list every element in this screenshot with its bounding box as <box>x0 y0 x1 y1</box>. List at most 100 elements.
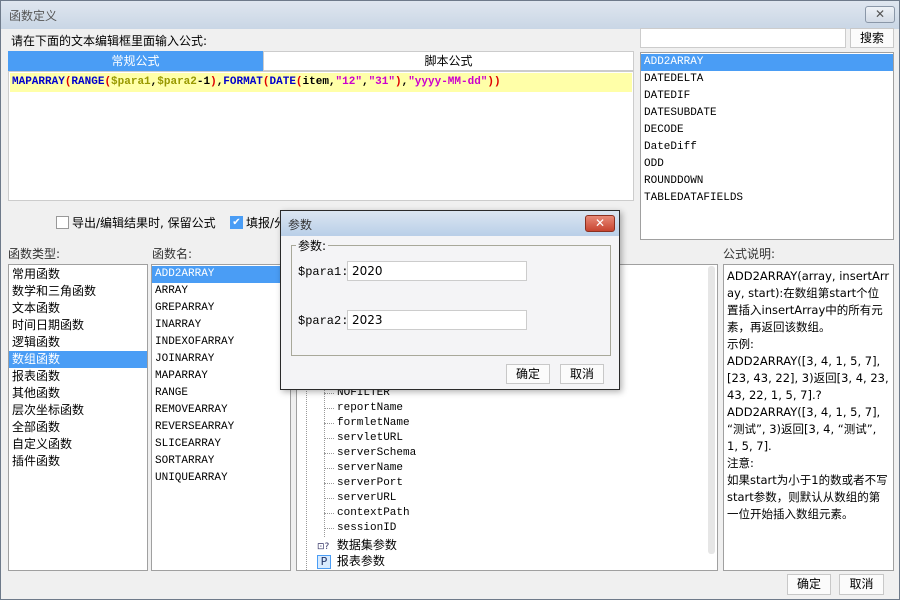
function-type-item[interactable]: 文本函数 <box>9 300 147 317</box>
formula-token: "yyyy-MM-dd" <box>408 76 488 88</box>
formula-token: "31" <box>368 76 395 88</box>
para1-label: $para1: <box>298 265 349 279</box>
cancel-button[interactable]: 取消 <box>839 574 884 595</box>
function-name-item[interactable]: JOINARRAY <box>152 351 290 368</box>
search-result-item[interactable]: TABLEDATAFIELDS <box>641 190 893 207</box>
function-types-label: 函数类型: <box>8 247 61 261</box>
search-result-item[interactable]: ROUNDDOWN <box>641 173 893 190</box>
search-result-item[interactable]: ODD <box>641 156 893 173</box>
function-name-item[interactable]: INDEXOFARRAY <box>152 334 290 351</box>
search-result-item[interactable]: DATESUBDATE <box>641 105 893 122</box>
function-type-item[interactable]: 插件函数 <box>9 453 147 470</box>
formula-token: FORMAT <box>223 76 263 88</box>
parameter-dialog: 参数 ✕ 参数: $para1: 2020 $para2: 2023 确定 取消 <box>280 210 620 390</box>
function-type-item[interactable]: 全部函数 <box>9 419 147 436</box>
formula-token: item, <box>302 76 336 88</box>
search-result-item[interactable]: DATEDIF <box>641 88 893 105</box>
function-names-label: 函数名: <box>152 247 193 261</box>
tab-normal-formula[interactable]: 常规公式 <box>8 51 263 71</box>
formula-token: )) <box>487 76 501 88</box>
dialog-title: 参数 <box>288 218 313 232</box>
function-name-item[interactable]: MAPARRAY <box>152 368 290 385</box>
function-name-item[interactable]: UNIQUEARRAY <box>152 470 290 487</box>
function-type-item[interactable]: 逻辑函数 <box>9 334 147 351</box>
tree-group-report-params[interactable]: P 报表参数 <box>317 553 385 569</box>
function-name-item[interactable]: SORTARRAY <box>152 453 290 470</box>
tree-item[interactable]: formletName <box>324 416 410 431</box>
ok-button[interactable]: 确定 <box>787 574 831 595</box>
formula-token: ) <box>394 76 402 88</box>
search-result-item[interactable]: ADD2ARRAY <box>641 54 893 71</box>
function-name-item[interactable]: REVERSEARRAY <box>152 419 290 436</box>
formula-token: $para1 <box>111 76 151 88</box>
formula-token: -1 <box>196 76 211 88</box>
para2-value: 2023 <box>352 313 383 327</box>
tree-scrollbar[interactable] <box>708 266 715 554</box>
function-type-list[interactable]: 常用函数 数学和三角函数 文本函数 时间日期函数 逻辑函数 数组函数 报表函数 其他函数 层次坐… <box>8 264 148 571</box>
function-type-item[interactable]: 层次坐标函数 <box>9 402 147 419</box>
formula-token: , <box>361 76 369 88</box>
tree-item[interactable]: serverSchema <box>323 446 416 461</box>
tree-item[interactable]: sessionID <box>323 521 396 536</box>
title-bar: 函数定义 ✕ <box>1 1 899 29</box>
tree-item[interactable]: servletURL <box>323 431 403 446</box>
function-name-item[interactable]: REMOVEARRAY <box>152 402 290 419</box>
formula-token: MAPARRAY <box>12 76 65 88</box>
tree-group-label: 报表参数 <box>336 554 385 568</box>
function-name-item[interactable]: ARRAY <box>152 283 290 300</box>
tree-item[interactable]: contextPath <box>324 506 410 521</box>
search-result-item[interactable]: DATEDELTA <box>641 71 893 88</box>
report-param-icon: P <box>317 555 331 569</box>
para2-input[interactable]: 2023 <box>347 310 527 330</box>
close-button[interactable]: ✕ <box>865 6 895 23</box>
function-name-item[interactable]: RANGE <box>152 385 290 402</box>
function-type-item[interactable]: 报表函数 <box>9 368 147 385</box>
formula-description: ADD2ARRAY(array, insertArray, start):在数组… <box>723 264 894 571</box>
dialog-ok-button[interactable]: 确定 <box>506 364 550 384</box>
dialog-title-bar: 参数 ✕ <box>281 211 619 236</box>
function-type-item[interactable]: 常用函数 <box>9 266 147 283</box>
para1-value: 2020 <box>352 264 383 278</box>
formula-token: ) <box>210 76 217 88</box>
para2-label: $para2: <box>298 314 349 328</box>
tree-item[interactable]: serverURL <box>323 491 396 506</box>
tab-script-formula[interactable]: 脚本公式 <box>263 51 634 71</box>
function-name-item[interactable]: ADD2ARRAY <box>152 266 290 283</box>
function-type-item[interactable]: 数组函数 <box>9 351 147 368</box>
tree-item[interactable]: serverName <box>323 461 403 476</box>
search-results-list[interactable]: ADD2ARRAY DATEDELTA DATEDIF DATESUBDATE DECO… <box>640 52 894 240</box>
parameter-group-label: 参数: <box>296 237 329 254</box>
formula-line: MAPARRAY(RANGE($para1,$para2-1),FORMAT(D… <box>10 73 632 92</box>
function-name-list[interactable]: ADD2ARRAY ARRAY GREPARRAY INARRAY INDEXOFARR… <box>151 264 291 571</box>
function-type-item[interactable]: 其他函数 <box>9 385 147 402</box>
tree-item[interactable]: serverPort <box>323 476 403 491</box>
search-result-item[interactable]: DECODE <box>641 122 893 139</box>
tree-item[interactable]: reportName <box>323 401 403 416</box>
description-label: 公式说明: <box>723 247 776 261</box>
search-input[interactable] <box>640 28 846 48</box>
formula-token: ( <box>295 76 303 88</box>
keep-formula-label: 导出/编辑结果时, 保留公式 <box>72 216 216 230</box>
search-result-item[interactable]: DateDiff <box>641 139 893 156</box>
search-button[interactable]: 搜索 <box>850 28 894 48</box>
fill-checkbox[interactable]: ✔ <box>230 216 243 229</box>
prompt-label: 请在下面的文本编辑框里面输入公式: <box>11 34 208 48</box>
window-title: 函数定义 <box>9 9 58 23</box>
formula-editor[interactable]: MAPARRAY(RANGE($para1,$para2-1),FORMAT(D… <box>8 71 634 201</box>
dialog-cancel-button[interactable]: 取消 <box>560 364 604 384</box>
tree-group-dataset-params[interactable]: ⊡? 数据集参数 <box>317 537 397 553</box>
dialog-close-button[interactable]: ✕ <box>585 215 615 232</box>
formula-token: RANGE <box>71 76 105 88</box>
formula-token: $para2 <box>157 76 197 88</box>
function-type-item[interactable]: 数学和三角函数 <box>9 283 147 300</box>
parameter-group-box: 参数: $para1: 2020 $para2: 2023 <box>291 237 611 356</box>
formula-token: DATE <box>269 76 296 88</box>
function-name-item[interactable]: SLICEARRAY <box>152 436 290 453</box>
function-type-item[interactable]: 自定义函数 <box>9 436 147 453</box>
function-name-item[interactable]: GREPARRAY <box>152 300 290 317</box>
formula-token: ( <box>262 76 270 88</box>
function-name-item[interactable]: INARRAY <box>152 317 290 334</box>
para1-input[interactable]: 2020 <box>347 261 527 281</box>
keep-formula-checkbox[interactable] <box>56 216 69 229</box>
function-type-item[interactable]: 时间日期函数 <box>9 317 147 334</box>
